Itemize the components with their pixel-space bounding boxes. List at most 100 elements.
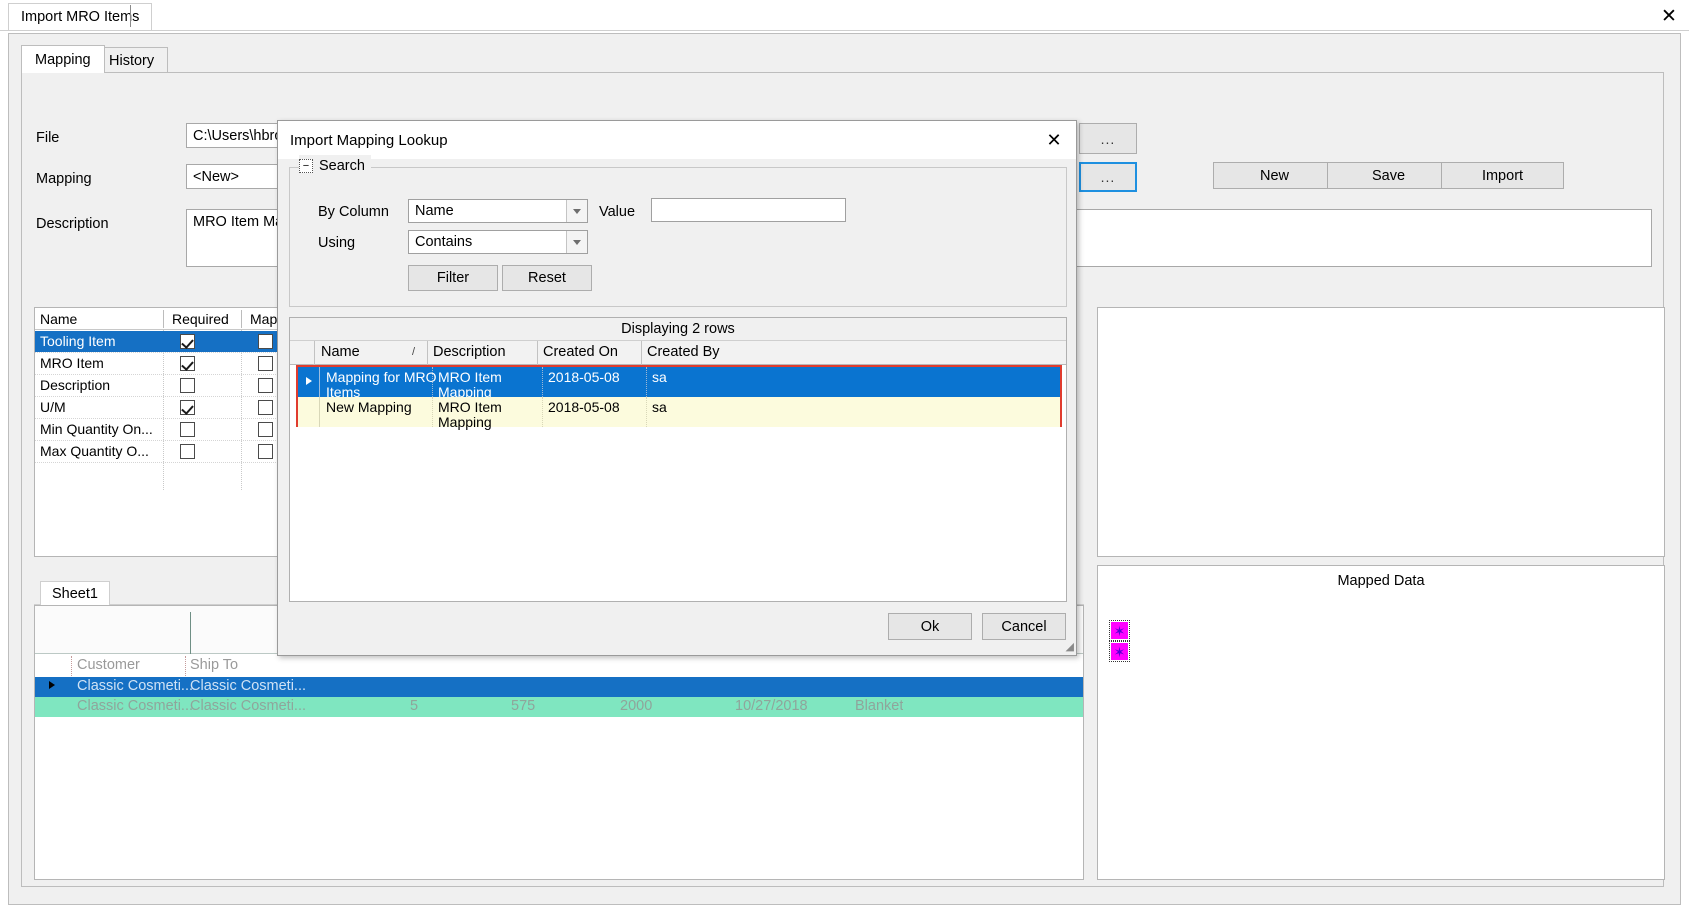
file-browse-label: ...	[1100, 130, 1116, 147]
mapping-browse-button[interactable]: ...	[1079, 162, 1137, 192]
cell-price: 575	[511, 698, 536, 714]
cell-customer: Classic Cosmeti...	[77, 678, 194, 694]
sheet-tab-label: Sheet1	[52, 585, 98, 602]
row-header[interactable]	[35, 677, 71, 697]
cell-divider	[646, 397, 647, 427]
document-tab-label: Import MRO Items	[21, 9, 140, 25]
by-column-select[interactable]: Name	[408, 199, 588, 223]
dialog-title: Import Mapping Lookup	[290, 131, 448, 149]
table-row[interactable]: Classic Cosmeti... Classic Cosmeti... 5 …	[35, 697, 1083, 717]
import-button[interactable]: Import	[1441, 162, 1564, 189]
save-button-label: Save	[1371, 167, 1406, 184]
chevron-down-icon[interactable]	[566, 231, 587, 253]
reset-button-label: Reset	[528, 270, 566, 286]
cell-amount: 2000	[620, 698, 653, 714]
import-mapping-lookup-dialog: Import Mapping Lookup ✕ − Search By Colu…	[277, 120, 1077, 656]
ok-button-label: Ok	[920, 618, 940, 635]
table-row[interactable]: Classic Cosmeti... Classic Cosmeti...	[35, 677, 1083, 697]
mapped-checkbox[interactable]	[258, 356, 273, 371]
close-icon[interactable]: ✕	[1042, 129, 1066, 151]
filter-button[interactable]: Filter	[408, 265, 498, 291]
mapping-label: Mapping	[36, 171, 92, 187]
field-grid-col-name[interactable]: Name	[35, 308, 77, 330]
header-separator	[185, 656, 186, 676]
results-status: Displaying 2 rows	[290, 318, 1066, 341]
row-header[interactable]	[298, 397, 320, 427]
cell-date: 10/27/2018	[735, 698, 808, 714]
table-row[interactable]: Mapping for MRO Items MRO Item Mapping 2…	[298, 367, 1060, 400]
file-browse-button[interactable]: ...	[1079, 123, 1137, 154]
mapped-checkbox[interactable]	[258, 400, 273, 415]
sheet-tab-sheet1[interactable]: Sheet1	[40, 581, 110, 605]
mapped-checkbox[interactable]	[258, 378, 273, 393]
mapped-data-panel: Mapped Data ✶ ✶	[1097, 565, 1665, 880]
mapped-checkbox[interactable]	[258, 444, 273, 459]
new-button[interactable]: New	[1213, 162, 1336, 189]
results-col-description[interactable]: Description	[433, 344, 506, 360]
value-input[interactable]	[651, 198, 846, 222]
reset-button[interactable]: Reset	[502, 265, 592, 291]
import-button-label: Import	[1481, 167, 1524, 184]
results-grid[interactable]: Displaying 2 rows ▤ Name / Description C…	[289, 317, 1067, 602]
required-checkbox[interactable]	[180, 422, 195, 437]
new-button-label: New	[1259, 167, 1289, 184]
header-separator	[427, 341, 428, 365]
search-legend: − Search	[299, 155, 371, 177]
mapping-input-value: <New>	[193, 168, 239, 185]
field-name: MRO Item	[40, 355, 104, 371]
file-label: File	[36, 130, 60, 146]
field-name: Min Quantity On...	[40, 421, 153, 437]
dialog-titlebar: Import Mapping Lookup ✕	[278, 121, 1076, 159]
table-row[interactable]: New Mapping MRO Item Mapping 2018-05-08 …	[298, 397, 1060, 430]
ok-button[interactable]: Ok	[888, 613, 972, 640]
cell-customer: Classic Cosmeti...	[77, 698, 194, 714]
required-checkbox[interactable]	[180, 356, 195, 371]
value-label: Value	[599, 204, 636, 220]
cell-created-by: sa	[652, 369, 667, 385]
row-header[interactable]	[35, 697, 71, 717]
required-checkbox[interactable]	[180, 378, 195, 393]
star-icon[interactable]: ✶	[1109, 620, 1130, 641]
mapped-checkbox[interactable]	[258, 334, 273, 349]
field-grid-col-required[interactable]: Required	[167, 308, 229, 330]
header-separator	[163, 310, 164, 328]
field-name: Description	[40, 377, 111, 393]
results-header: ▤ Name / Description Created On Created …	[290, 341, 1066, 388]
field-name: U/M	[40, 399, 66, 415]
required-checkbox[interactable]	[180, 444, 195, 459]
results-col-created-on[interactable]: Created On	[543, 344, 618, 360]
by-column-value: Name	[415, 203, 454, 219]
save-button[interactable]: Save	[1327, 162, 1450, 189]
results-col-name[interactable]: Name	[321, 344, 360, 360]
cancel-button[interactable]: Cancel	[982, 613, 1066, 640]
tab-history[interactable]: History	[95, 47, 169, 73]
cell-divider	[646, 367, 647, 397]
results-col-created-by[interactable]: Created By	[647, 344, 720, 360]
cancel-button-label: Cancel	[1001, 618, 1047, 635]
sheet-col-customer[interactable]: Customer	[77, 657, 140, 673]
collapse-icon[interactable]: −	[299, 159, 313, 173]
star-icon[interactable]: ✶	[1109, 641, 1130, 662]
cell-divider	[542, 397, 543, 427]
cell-name: New Mapping	[326, 399, 412, 415]
row-header[interactable]	[298, 367, 320, 397]
sort-ascending-icon: /	[412, 346, 416, 358]
cell-description: MRO Item Mapping	[438, 399, 502, 430]
results-highlighted-rows: Mapping for MRO Items MRO Item Mapping 2…	[296, 365, 1062, 430]
header-separator	[537, 341, 538, 365]
sheet-col-shipto[interactable]: Ship To	[190, 657, 238, 673]
using-value: Contains	[415, 234, 473, 250]
search-legend-label: Search	[319, 158, 365, 174]
filter-button-label: Filter	[436, 270, 470, 286]
tab-mapping[interactable]: Mapping	[21, 45, 105, 73]
close-icon[interactable]: ✕	[1657, 4, 1681, 28]
mapped-checkbox[interactable]	[258, 422, 273, 437]
required-checkbox[interactable]	[180, 400, 195, 415]
cell-qty: 5	[410, 698, 419, 714]
using-select[interactable]: Contains	[408, 230, 588, 254]
description-label: Description	[36, 216, 109, 232]
chevron-down-icon[interactable]	[566, 200, 587, 222]
required-checkbox[interactable]	[180, 334, 195, 349]
cell-shipto: Classic Cosmeti...	[190, 678, 307, 694]
resize-grip-icon[interactable]: ◢	[1066, 640, 1075, 653]
